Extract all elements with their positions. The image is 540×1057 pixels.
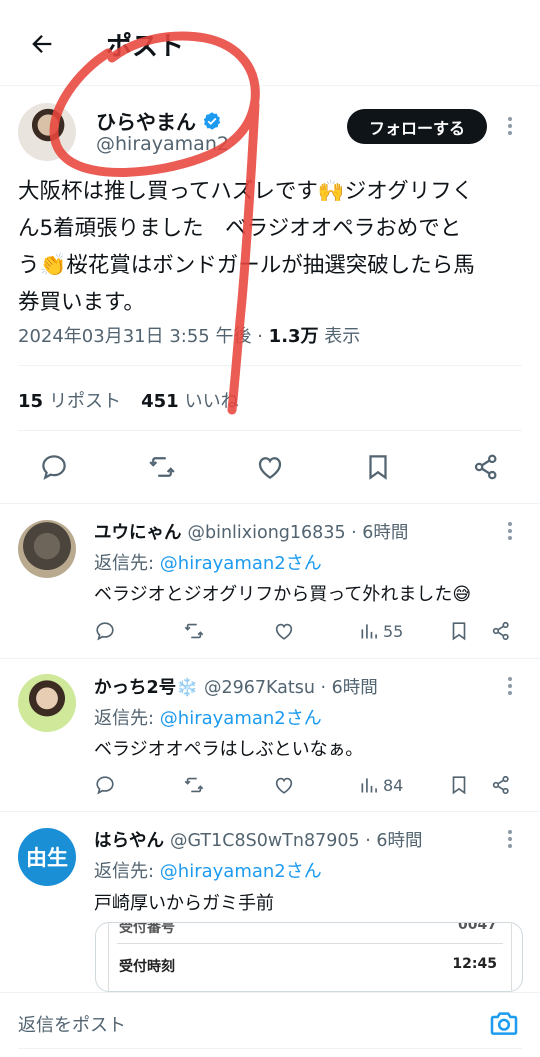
reply-text: 戸崎厚いからガミ手前 xyxy=(94,893,274,914)
reply-author-name[interactable]: はらやん xyxy=(94,831,164,851)
views-stat[interactable]: 55 xyxy=(359,619,403,643)
share-icon[interactable] xyxy=(490,619,512,643)
likes-stat[interactable]: 451 いいね xyxy=(141,387,239,413)
page-title: ポスト xyxy=(106,32,185,62)
reply-to-link[interactable]: @hirayaman2さん xyxy=(160,861,322,882)
reply-to-line: 返信先: @hirayaman2さん xyxy=(94,549,322,575)
reply-author-handle[interactable]: @GT1C8S0wTn87905 xyxy=(170,831,360,851)
author-avatar[interactable] xyxy=(18,103,76,161)
reply-icon[interactable] xyxy=(94,619,116,643)
reply-avatar[interactable] xyxy=(18,674,76,732)
receipt-value: 12:45 xyxy=(452,956,497,972)
reply-action-bar: 84 xyxy=(94,773,524,799)
post-timestamp[interactable]: 2024年03月31日 3:55 午後 xyxy=(18,326,251,347)
post-text: 大阪杯は推し買ってハズレです🙌ジオグリフく ん5着頑張りました ベラジオオペラお… xyxy=(18,179,475,315)
likes-label: いいね xyxy=(184,391,239,412)
divider xyxy=(0,811,540,812)
more-options-icon[interactable] xyxy=(500,114,520,138)
like-heart-icon[interactable] xyxy=(255,452,285,482)
reply-time[interactable]: 6時間 xyxy=(362,523,408,543)
post-action-bar xyxy=(0,448,540,488)
verified-badge-icon xyxy=(202,111,222,131)
receipt-image: 受付番号 0047 受付時刻 12:45 xyxy=(108,922,512,991)
reply-author-name[interactable]: ユウにゃん xyxy=(94,523,182,543)
more-options-icon[interactable] xyxy=(500,827,520,851)
reposts-stat[interactable]: 15 リポスト xyxy=(18,387,121,413)
views-label: 表示 xyxy=(324,326,361,347)
reply-header: ユウにゃん @binlixiong16835 · 6時間 xyxy=(94,523,409,543)
more-options-icon[interactable] xyxy=(500,519,520,543)
likes-count: 451 xyxy=(141,391,179,412)
reply-author-handle[interactable]: @binlixiong16835 xyxy=(188,523,346,543)
receipt-label: 受付番号 xyxy=(119,922,175,936)
reply-to-link[interactable]: @hirayaman2さん xyxy=(160,708,322,729)
attached-image[interactable]: 受付番号 0047 受付時刻 12:45 xyxy=(95,922,523,992)
reply-to-prefix: 返信先: xyxy=(94,553,160,574)
divider xyxy=(18,430,522,431)
author-name-row[interactable]: ひらやまん xyxy=(96,106,222,135)
divider xyxy=(18,365,522,366)
views-count: 84 xyxy=(383,775,404,795)
reply-avatar[interactable] xyxy=(18,520,76,578)
author-handle[interactable]: @hirayaman2 xyxy=(96,133,229,155)
reply-text: ベラジオとジオグリフから買って外れました😅 xyxy=(94,584,472,605)
reply-icon[interactable] xyxy=(39,452,69,482)
repost-icon[interactable] xyxy=(183,619,205,643)
camera-icon[interactable] xyxy=(488,1007,520,1039)
repost-icon[interactable] xyxy=(183,773,205,797)
receipt-row: 受付番号 0047 xyxy=(119,922,497,937)
post-stats: 15 リポスト 451 いいね xyxy=(18,387,239,413)
reply-to-prefix: 返信先: xyxy=(94,861,160,882)
share-icon[interactable] xyxy=(490,773,512,797)
bookmark-icon[interactable] xyxy=(448,773,470,797)
divider xyxy=(0,658,540,659)
reply-compose-bar: 返信をポスト xyxy=(0,992,540,1057)
views-count: 1.3万 xyxy=(268,326,319,347)
divider xyxy=(0,503,540,504)
receipt-row: 受付時刻 12:45 xyxy=(119,956,497,976)
reposts-count: 15 xyxy=(18,391,44,412)
reply-action-bar: 55 xyxy=(94,619,524,645)
reply-to-line: 返信先: @hirayaman2さん xyxy=(94,857,322,883)
bookmark-icon[interactable] xyxy=(363,452,393,482)
more-options-icon[interactable] xyxy=(500,674,520,698)
reply-avatar[interactable]: 由生 xyxy=(18,828,76,886)
reply-to-prefix: 返信先: xyxy=(94,708,160,729)
reply-to-link[interactable]: @hirayaman2さん xyxy=(160,553,322,574)
reply-author-name[interactable]: かっち2号❄️ xyxy=(94,678,198,698)
like-heart-icon[interactable] xyxy=(273,619,295,643)
views-stat[interactable]: 84 xyxy=(359,773,403,797)
repost-icon[interactable] xyxy=(147,452,177,482)
follow-button[interactable]: フォローする xyxy=(347,109,487,144)
bookmark-icon[interactable] xyxy=(448,619,470,643)
receipt-divider xyxy=(117,943,503,944)
reply-input[interactable]: 返信をポスト xyxy=(18,1011,126,1037)
divider xyxy=(18,1048,522,1049)
post-meta: 2024年03月31日 3:55 午後 · 1.3万 表示 xyxy=(18,326,361,347)
receipt-label: 受付時刻 xyxy=(119,959,175,975)
top-bar: ポスト xyxy=(0,0,540,86)
reply-header: はらやん @GT1C8S0wTn87905 · 6時間 xyxy=(94,831,423,851)
reply-time[interactable]: 6時間 xyxy=(376,831,422,851)
reply-text: ベラジオオペラはしぶといなぁ。 xyxy=(94,739,364,760)
reply-to-line: 返信先: @hirayaman2さん xyxy=(94,704,322,730)
views-count: 55 xyxy=(383,621,404,641)
reply-time[interactable]: 6時間 xyxy=(332,678,378,698)
reply-header: かっち2号❄️ @2967Katsu · 6時間 xyxy=(94,678,378,698)
receipt-value: 0047 xyxy=(458,922,497,933)
reply-icon[interactable] xyxy=(94,773,116,797)
like-heart-icon[interactable] xyxy=(273,773,295,797)
reposts-label: リポスト xyxy=(49,391,122,412)
back-arrow-icon[interactable] xyxy=(24,26,60,62)
author-name[interactable]: ひらやまん xyxy=(96,106,196,135)
share-icon[interactable] xyxy=(471,452,501,482)
reply-author-handle[interactable]: @2967Katsu xyxy=(204,678,315,698)
